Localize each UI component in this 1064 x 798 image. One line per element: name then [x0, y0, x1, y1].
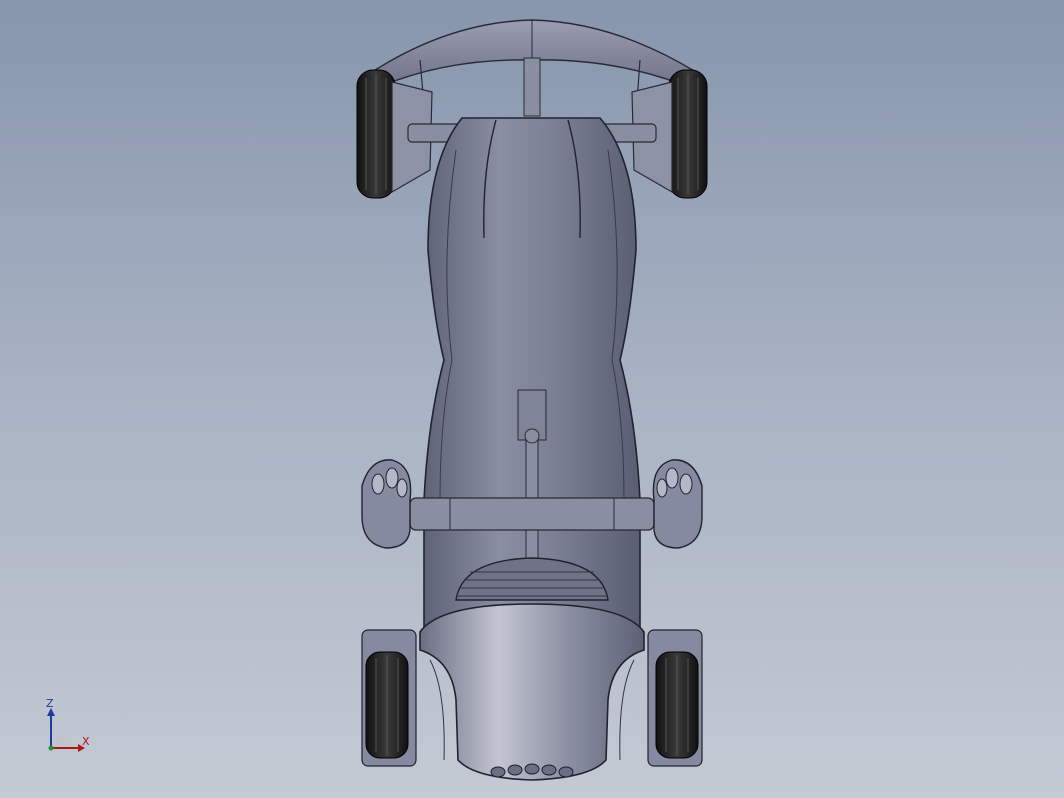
car-model[interactable] — [0, 0, 1064, 798]
left-headlight — [361, 459, 412, 549]
x-axis-label: X — [82, 735, 90, 748]
front-left-wheel — [361, 629, 417, 767]
front-nose — [419, 603, 645, 781]
graphics-viewport[interactable]: Z X — [0, 0, 1064, 798]
right-headlight — [652, 459, 703, 549]
coordinate-triad[interactable]: Z X — [40, 698, 100, 758]
front-right-wheel — [647, 629, 703, 767]
front-axle — [409, 497, 655, 531]
z-axis-label: Z — [46, 697, 54, 710]
